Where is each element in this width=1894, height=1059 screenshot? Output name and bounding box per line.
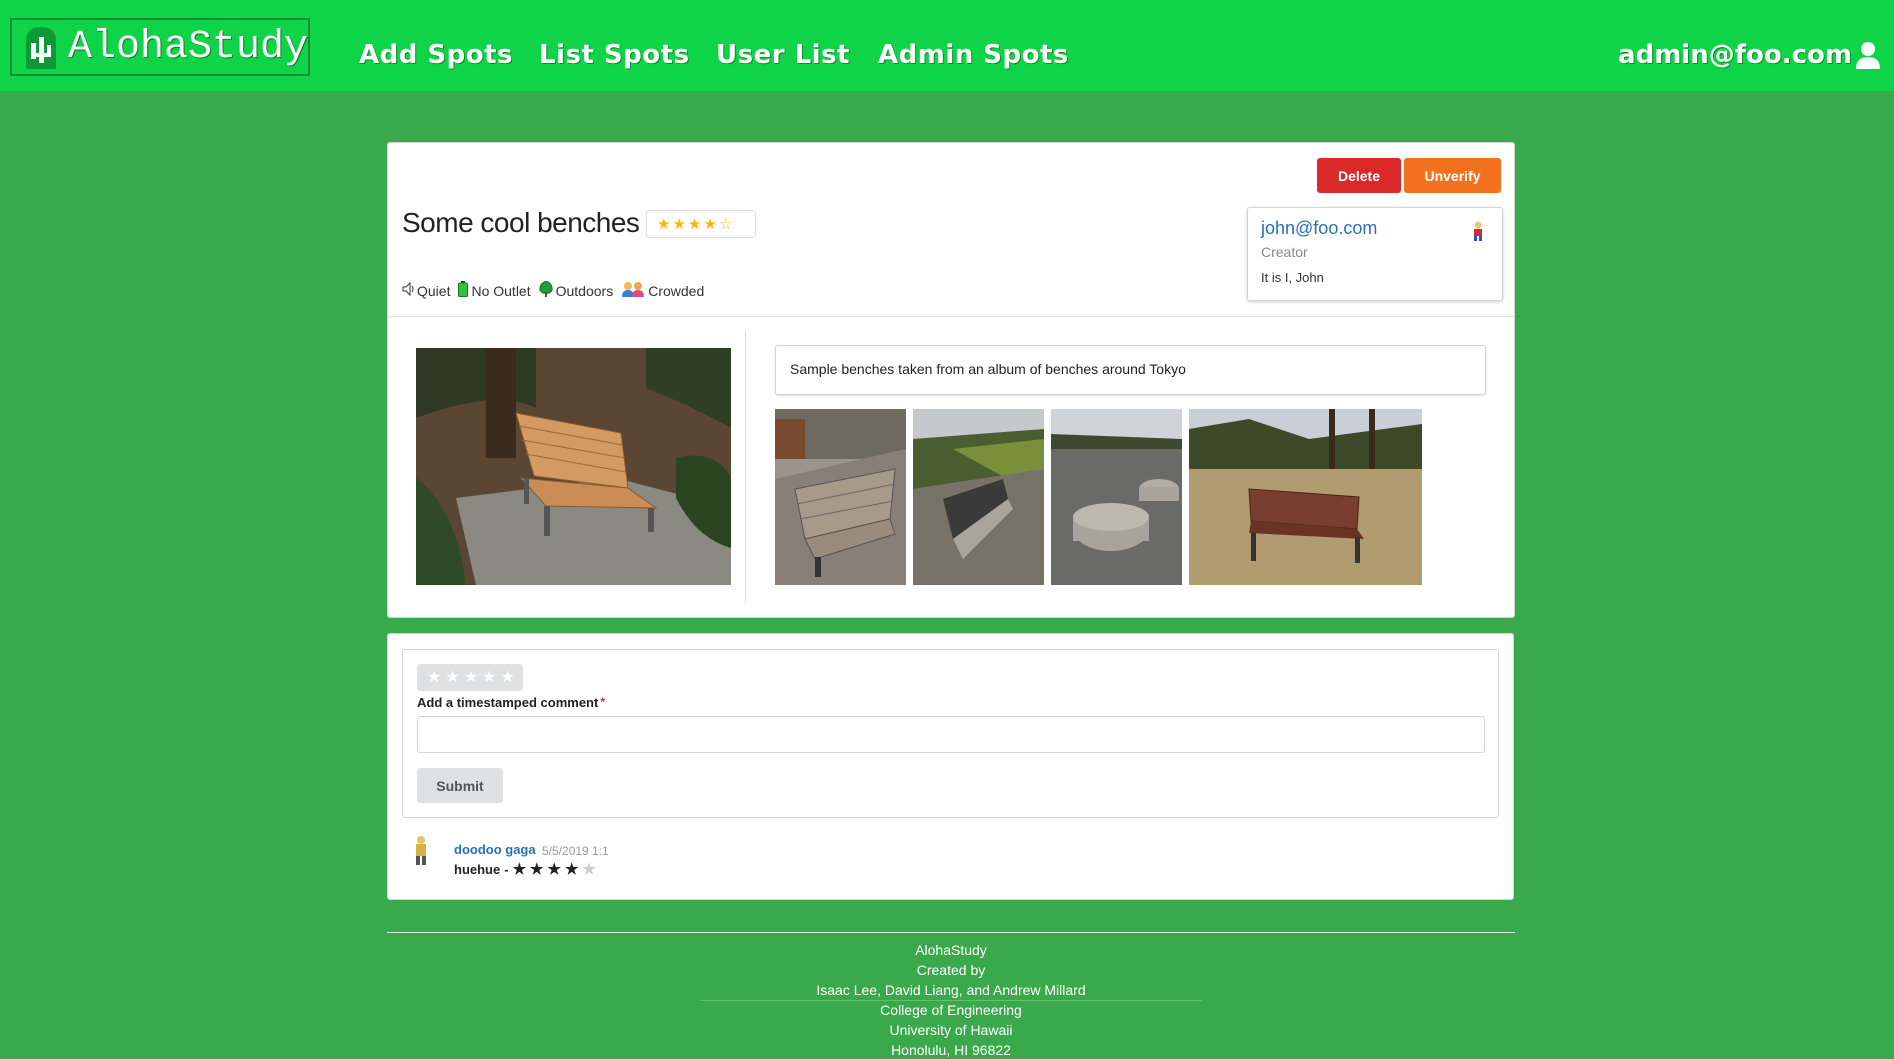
spot-tags: Quiet No Outlet Outdoors Crowded <box>402 280 708 300</box>
star-icon[interactable]: ★ <box>464 669 478 686</box>
creator-bio: It is I, John <box>1261 270 1324 285</box>
user-email: admin@foo.com <box>1618 40 1852 70</box>
tag-crowded: Crowded <box>621 281 704 300</box>
tag-quiet: Quiet <box>402 281 451 299</box>
main-spot-photo[interactable] <box>416 348 731 585</box>
star-icon[interactable]: ★ <box>500 669 514 686</box>
footer-college: College of Engineering <box>880 1002 1022 1018</box>
bench-thumbnail-3[interactable] <box>1051 409 1182 585</box>
creator-card: john@foo.com Creator It is I, John <box>1247 207 1503 301</box>
star-icon: ★ <box>672 215 686 233</box>
footer-created-by: Created by <box>916 962 986 978</box>
people-icon <box>621 281 645 300</box>
speaker-icon <box>402 281 414 299</box>
comment-separator: - <box>504 862 509 877</box>
tag-label: Quiet <box>417 282 451 299</box>
bench-thumbnail-1[interactable] <box>775 409 906 585</box>
creator-avatar <box>1468 220 1488 242</box>
footer-app-name: AlohaStudy <box>915 942 987 958</box>
commenter-avatar <box>412 834 430 866</box>
star-icon: ★ <box>657 215 671 233</box>
user-menu[interactable]: admin@foo.com <box>1618 40 1882 70</box>
building-icon <box>20 23 62 71</box>
divider <box>745 331 746 603</box>
star-icon: ★ <box>564 861 579 878</box>
bench-thumbnail-4[interactable] <box>1189 409 1422 585</box>
brand-name: AlohaStudy <box>68 24 309 70</box>
spot-description: Sample benches taken from an album of be… <box>775 345 1486 395</box>
nav-list-spots[interactable]: List Spots <box>539 40 690 70</box>
spot-title: Some cool benches <box>402 207 640 238</box>
unverify-button[interactable]: Unverify <box>1404 158 1501 193</box>
comment-author-link[interactable]: doodoo gaga <box>454 842 536 857</box>
star-icon: ★ <box>703 215 717 233</box>
comment-label-text: Add a timestamped comment <box>417 695 599 710</box>
submit-button[interactable]: Submit <box>417 768 503 803</box>
tag-label: No Outlet <box>471 282 531 299</box>
comment-form: ★ ★ ★ ★ ★ Add a timestamped comment * Sub… <box>402 649 1499 818</box>
brand-logo[interactable]: AlohaStudy <box>10 18 310 76</box>
divider <box>388 316 1514 317</box>
footer-address: Honolulu, HI 96822 <box>891 1042 1011 1058</box>
bench-thumbnail-2[interactable] <box>913 409 1044 585</box>
comment-body: huehue - ★ ★ ★ ★ ★ <box>454 862 596 877</box>
comment-input[interactable] <box>417 716 1485 753</box>
spot-rating: ★ ★ ★ ★ ☆ <box>646 210 756 238</box>
user-icon <box>1854 40 1882 70</box>
star-icon[interactable]: ★ <box>427 669 441 686</box>
footer-divider <box>700 1000 1202 1001</box>
tag-no-outlet: No Outlet <box>458 281 531 300</box>
comment-text: huehue <box>454 862 501 877</box>
nav-user-list[interactable]: User List <box>716 40 850 70</box>
comment-date: 5/5/2019 1:1 <box>542 844 609 858</box>
footer-university: University of Hawaii <box>889 1022 1013 1038</box>
delete-button[interactable]: Delete <box>1317 158 1401 193</box>
nav-admin-spots[interactable]: Admin Spots <box>878 40 1069 70</box>
star-icon: ★ <box>512 861 527 878</box>
comment-rating-input[interactable]: ★ ★ ★ ★ ★ <box>417 664 523 691</box>
nav-add-spots[interactable]: Add Spots <box>359 40 513 70</box>
tree-icon <box>538 280 553 300</box>
footer-divider <box>387 932 1515 933</box>
star-empty-icon: ★ <box>582 861 596 878</box>
tag-label: Outdoors <box>555 282 614 299</box>
navbar: AlohaStudy Add Spots List Spots User Lis… <box>0 0 1894 91</box>
star-icon: ★ <box>687 215 702 233</box>
star-empty-icon: ☆ <box>718 215 733 233</box>
creator-role: Creator <box>1261 244 1308 260</box>
spot-card: Delete Unverify Some cool benches ★ ★ ★ … <box>387 142 1515 618</box>
comments-card: ★ ★ ★ ★ ★ Add a timestamped comment * Sub… <box>387 633 1514 900</box>
battery-icon <box>458 281 469 300</box>
comment-field-label: Add a timestamped comment * <box>417 695 605 710</box>
star-icon[interactable]: ★ <box>445 669 459 686</box>
star-icon: ★ <box>530 861 544 878</box>
footer-authors: Isaac Lee, David Liang, and Andrew Milla… <box>816 982 1086 998</box>
star-icon: ★ <box>547 861 561 878</box>
required-mark: * <box>600 695 605 709</box>
creator-email-link[interactable]: john@foo.com <box>1261 218 1377 239</box>
tag-label: Crowded <box>648 282 705 299</box>
tag-outdoors: Outdoors <box>538 280 614 300</box>
star-icon[interactable]: ★ <box>482 669 496 686</box>
